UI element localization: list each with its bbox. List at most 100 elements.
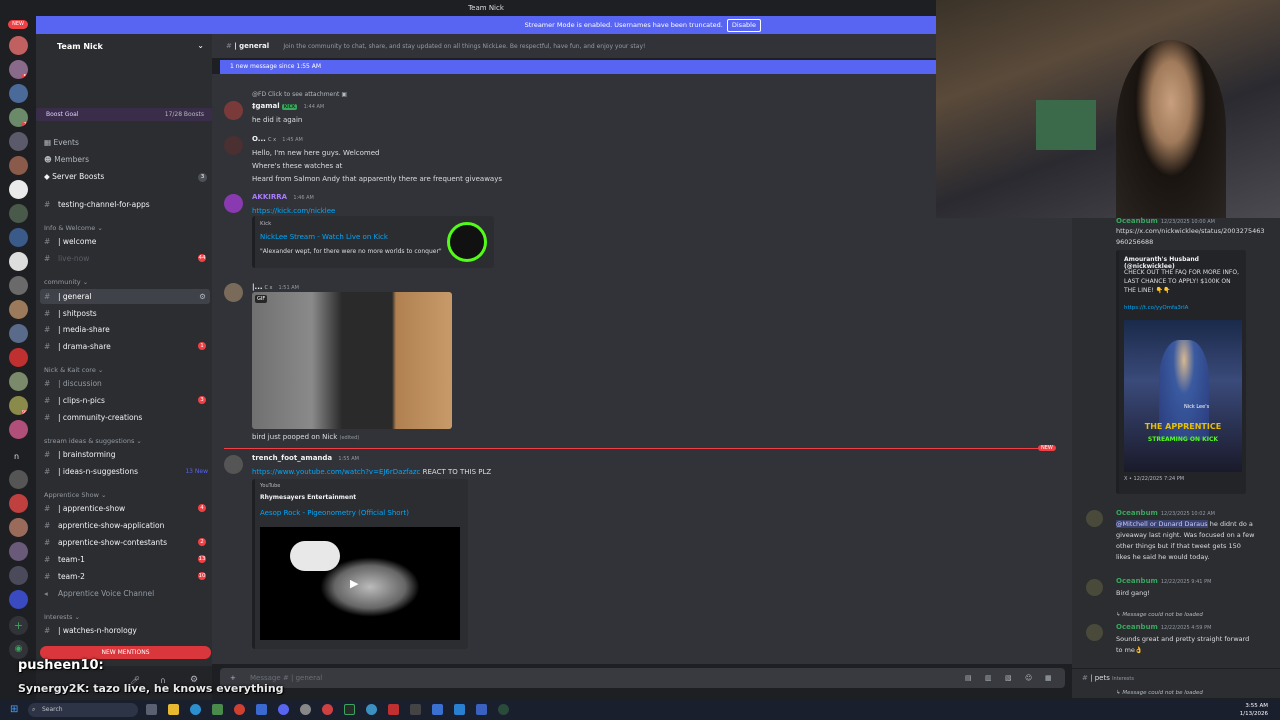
app-icon[interactable] bbox=[300, 704, 311, 715]
discover-icon[interactable]: ◉ bbox=[9, 640, 28, 659]
server-icon[interactable] bbox=[9, 276, 28, 295]
category-interests[interactable]: Interests ⌄ bbox=[44, 613, 80, 621]
boost-goal-bar[interactable]: Boost Goal 17/28 Boosts bbox=[36, 108, 212, 121]
settings-gear-icon[interactable]: ⚙ bbox=[199, 289, 206, 304]
channel-apprentice-show[interactable]: # | apprentice-show 4 bbox=[36, 501, 212, 516]
channel-community-creations[interactable]: # | community-creations bbox=[36, 410, 212, 425]
server-icon[interactable] bbox=[9, 300, 28, 319]
channel-topic[interactable]: Join the community to chat, share, and s… bbox=[283, 43, 645, 50]
embed-author[interactable]: Rhymesayers Entertainment bbox=[260, 494, 356, 501]
app-icon[interactable] bbox=[388, 704, 399, 715]
obs-icon[interactable] bbox=[410, 704, 421, 715]
channel-testing[interactable]: # testing-channel-for-apps bbox=[36, 197, 212, 212]
message-composer[interactable]: + Message # | general ▤ ▥ ▧ ☺ ▦ bbox=[220, 668, 1065, 688]
channel-voice-apprentice[interactable]: ◂ Apprentice Voice Channel bbox=[36, 586, 212, 601]
chevron-down-icon[interactable]: ⌄ bbox=[197, 41, 204, 50]
mic-icon[interactable]: 🎤︎ bbox=[130, 676, 140, 685]
app-icon[interactable] bbox=[366, 704, 377, 715]
disable-streamer-button[interactable]: Disable bbox=[726, 19, 761, 32]
gif-icon[interactable]: ▥ bbox=[985, 668, 992, 688]
embed-link[interactable]: https://t.co/yyOmfa3rlA bbox=[1124, 305, 1188, 311]
nav-server-boosts[interactable]: ◆ Server Boosts bbox=[44, 172, 104, 181]
server-icon[interactable] bbox=[9, 324, 28, 343]
message-link[interactable]: https://www.youtube.com/watch?v=EJ6rDazf… bbox=[252, 468, 420, 476]
channel-media-share[interactable]: # | media-share bbox=[36, 322, 212, 337]
mention[interactable]: @Mitchell or Dunard Daraus bbox=[1116, 520, 1208, 528]
avatar[interactable] bbox=[224, 194, 243, 213]
server-icon[interactable]: 2 bbox=[9, 108, 28, 127]
username[interactable]: Oceanbum bbox=[1116, 509, 1158, 517]
embed-image[interactable]: Nick Lee's THE APPRENTICE STREAMING ON K… bbox=[1124, 320, 1242, 472]
server-icon[interactable] bbox=[9, 156, 28, 175]
app-icon[interactable] bbox=[476, 704, 487, 715]
server-icon[interactable] bbox=[9, 180, 28, 199]
username[interactable]: trench_foot_amanda bbox=[252, 454, 332, 462]
nav-events[interactable]: ▦ Events bbox=[44, 138, 79, 147]
plus-icon[interactable]: + bbox=[230, 668, 236, 688]
embed-title[interactable]: Aesop Rock - Pigeonometry (Official Shor… bbox=[260, 509, 409, 517]
add-server-icon[interactable]: + bbox=[9, 616, 28, 635]
channel-drama-share[interactable]: # | drama-share 1 bbox=[36, 339, 212, 354]
category-info-welcome[interactable]: Info & Welcome ⌄ bbox=[44, 224, 103, 232]
channel-apprentice-application[interactable]: # apprentice-show-application bbox=[36, 518, 212, 533]
headphones-icon[interactable]: ∩ bbox=[160, 676, 166, 685]
server-icon[interactable] bbox=[9, 494, 28, 513]
server-icon[interactable] bbox=[9, 36, 28, 55]
server-icon[interactable] bbox=[9, 518, 28, 537]
channel-live-now[interactable]: # live-now 44 bbox=[36, 251, 212, 266]
app-icon[interactable] bbox=[344, 704, 355, 715]
channel-brainstorming[interactable]: # | brainstorming bbox=[36, 447, 212, 462]
server-icon[interactable]: 99 bbox=[9, 396, 28, 415]
username[interactable]: Oceanbum bbox=[1116, 577, 1158, 585]
channel-team-1[interactable]: # team-1 13 bbox=[36, 552, 212, 567]
nav-members[interactable]: ☻ Members bbox=[44, 155, 89, 164]
channel-watches[interactable]: # | watches-n-horology bbox=[36, 623, 212, 638]
avatar[interactable] bbox=[224, 283, 243, 302]
avatar[interactable] bbox=[224, 101, 243, 120]
channel-ideas-n-suggestions[interactable]: # | ideas-n-suggestions 13 New bbox=[36, 464, 212, 479]
gift-icon[interactable]: ▤ bbox=[965, 668, 972, 688]
channel-discussion[interactable]: # | discussion bbox=[36, 376, 212, 391]
user-settings-icon[interactable]: ⚙ bbox=[190, 675, 198, 685]
server-icon[interactable] bbox=[9, 252, 28, 271]
server-icon[interactable] bbox=[9, 470, 28, 489]
edge-icon[interactable] bbox=[190, 704, 201, 715]
username[interactable]: |... bbox=[252, 283, 263, 291]
avatar[interactable] bbox=[1086, 579, 1103, 596]
post-link[interactable]: https://x.com/nickwicklee/status/2003275… bbox=[1116, 226, 1266, 248]
channel-general[interactable]: # | general ⚙ bbox=[40, 289, 210, 304]
username[interactable]: ‡gamal bbox=[252, 102, 280, 110]
app-icon[interactable] bbox=[498, 704, 509, 715]
server-icon[interactable] bbox=[9, 542, 28, 561]
chrome-icon[interactable] bbox=[234, 704, 245, 715]
taskbar-search[interactable]: ⌕ Search bbox=[28, 703, 138, 717]
channel-team-2[interactable]: # team-2 10 bbox=[36, 569, 212, 584]
gif-attachment[interactable]: GIF bbox=[252, 292, 452, 429]
chrome-icon[interactable] bbox=[322, 704, 333, 715]
category-apprentice-show[interactable]: Apprentice Show ⌄ bbox=[44, 491, 106, 499]
play-icon[interactable]: ▶ bbox=[350, 577, 358, 590]
server-name[interactable]: Team Nick bbox=[57, 42, 103, 51]
server-icon[interactable] bbox=[9, 204, 28, 223]
username[interactable]: AKKIRRA bbox=[252, 193, 287, 201]
new-mentions-pill[interactable]: NEW MENTIONS bbox=[40, 646, 211, 659]
username[interactable]: O... bbox=[252, 135, 266, 143]
server-banner[interactable]: Team Nick ⌄ bbox=[36, 34, 212, 104]
avatar[interactable] bbox=[1086, 510, 1103, 527]
windows-start-icon[interactable]: ⊞ bbox=[10, 704, 18, 715]
server-icon[interactable] bbox=[9, 372, 28, 391]
discord-icon[interactable] bbox=[278, 704, 289, 715]
video-thumbnail[interactable]: ▶ bbox=[260, 527, 460, 640]
app-icon[interactable] bbox=[432, 704, 443, 715]
new-message-bar[interactable]: 1 new message since 1:55 AM bbox=[220, 60, 936, 74]
app-icon[interactable] bbox=[256, 704, 267, 715]
username[interactable]: Oceanbum bbox=[1116, 623, 1158, 631]
server-icon[interactable] bbox=[9, 84, 28, 103]
server-icon[interactable] bbox=[9, 228, 28, 247]
file-explorer-icon[interactable] bbox=[168, 704, 179, 715]
server-icon[interactable] bbox=[9, 566, 28, 585]
avatar[interactable] bbox=[224, 136, 243, 155]
avatar[interactable] bbox=[224, 455, 243, 474]
apps-icon[interactable]: ▦ bbox=[1045, 668, 1052, 688]
embed-title[interactable]: NickLee Stream - Watch Live on Kick bbox=[260, 233, 388, 241]
